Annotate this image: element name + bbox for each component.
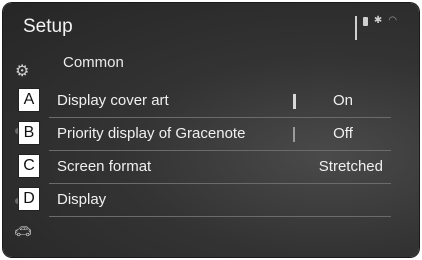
callout-d: D [18,187,40,211]
battery-icon [362,17,368,26]
setting-label: Display cover art [57,92,169,109]
gear-icon[interactable]: ⚙ [15,61,29,81]
callout-b: B [18,121,40,145]
sidebar: ⚙ 🚗︎ [3,43,43,257]
setting-label: Screen format [57,158,152,175]
setting-row-priority-display-of-gracenote[interactable]: Priority display of Gracenote Off [49,119,391,151]
row-divider [49,183,391,184]
signal-icon [354,16,357,40]
bluetooth-icon: ✱ [373,15,383,26]
separator [293,127,295,142]
setting-row-display-cover-art[interactable]: Display cover art On [49,86,391,118]
setting-row-display[interactable]: Display [49,185,391,217]
setting-label: Display [57,191,107,208]
setting-value: Stretched [318,158,383,175]
wifi-icon: ◠ [388,15,397,26]
setting-value: Off [333,125,353,142]
setting-value: On [332,92,353,109]
setting-row-screen-format[interactable]: Screen format Stretched [49,152,391,184]
callout-a: A [18,88,40,112]
row-divider [49,150,391,151]
setting-label: Priority display of Gracenote [57,125,246,142]
page-title: Setup [23,16,73,37]
separator [293,94,296,109]
setup-screen: Setup ✱ ◠ ⚙ 🚗︎ Common Display cover art … [3,3,419,257]
callout-c: C [18,154,40,178]
status-bar: ✱ ◠ [354,15,397,40]
section-title: Common [63,54,124,71]
row-divider [49,117,391,118]
car-icon[interactable]: 🚗︎ [14,223,32,240]
row-divider [49,216,391,217]
